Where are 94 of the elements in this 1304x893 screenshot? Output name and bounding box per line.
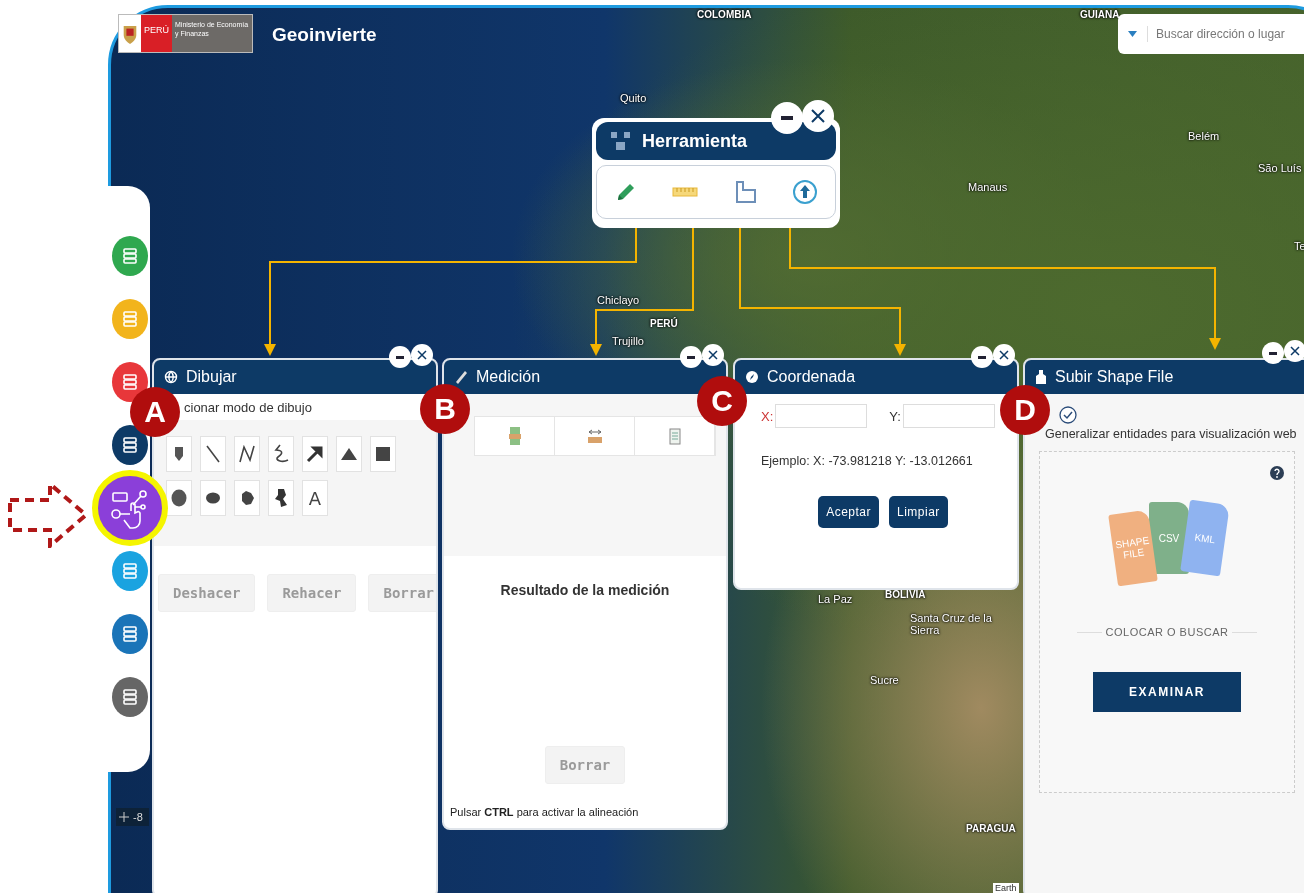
arrow-icon	[306, 445, 324, 463]
polyline-tool-button[interactable]	[234, 436, 260, 472]
minus-icon	[396, 355, 404, 359]
map-label: BOLIVIA	[885, 589, 926, 600]
menu-icon	[121, 436, 139, 454]
clipboard-icon	[668, 427, 681, 445]
map-label: Manaus	[968, 181, 1008, 193]
action-button[interactable]: Aceptar	[818, 496, 879, 528]
tools-icon	[610, 130, 632, 152]
ruler-icon	[672, 186, 698, 198]
freehand-tool-button[interactable]	[268, 436, 294, 472]
close-icon	[1290, 346, 1300, 356]
panel-title: Coordenada	[767, 368, 856, 386]
circle-tool-button[interactable]	[166, 480, 192, 516]
help-icon[interactable]	[1270, 466, 1284, 480]
minus-icon	[1269, 351, 1277, 355]
text-tool-button[interactable]: A	[302, 480, 328, 516]
y-input-field[interactable]	[902, 404, 995, 428]
action-button[interactable]: Limpiar	[889, 496, 948, 528]
map-label: São Luís	[1258, 162, 1302, 174]
menu-icon	[121, 373, 139, 391]
pin-icon	[174, 446, 184, 462]
caret-icon[interactable]	[1128, 31, 1137, 37]
menu-icon	[121, 688, 139, 706]
map-label: Sucre	[870, 674, 899, 686]
globe-icon	[164, 370, 178, 384]
polygon-tool-button[interactable]	[234, 480, 260, 516]
freehand-polygon-tool-button[interactable]	[268, 480, 294, 516]
map-label: PERÚ	[650, 318, 678, 329]
menu-icon	[121, 247, 139, 265]
area-ruler-icon	[508, 426, 521, 446]
close-icon	[417, 350, 427, 360]
menu-icon	[121, 562, 139, 580]
map-label: Earth	[993, 883, 1019, 893]
app-logo-text: Geoinvierte	[272, 24, 377, 46]
upload-icon	[792, 179, 818, 205]
circle-icon	[171, 489, 187, 507]
search-box[interactable]: Buscar dirección o lugar	[1118, 14, 1304, 54]
square-icon	[376, 447, 390, 461]
map-label: Trujillo	[612, 335, 644, 347]
panel-title: Subir Shape File	[1055, 368, 1174, 386]
y-label: Y:	[889, 408, 901, 424]
close-icon	[999, 350, 1009, 360]
close-icon	[708, 350, 718, 360]
crosshair-icon	[119, 812, 129, 822]
drop-zone[interactable]: SHAPE FILE CSV KML COLOCAR O BUSCAR EXAMINAR	[1039, 451, 1295, 793]
file-type-icon: SHAPE FILE	[1108, 509, 1158, 587]
bag-icon	[1035, 369, 1047, 385]
distance-ruler-icon	[586, 428, 603, 444]
result-title: Resultado de la medición	[500, 582, 670, 598]
minus-icon	[781, 116, 793, 120]
blob-icon	[239, 490, 255, 506]
arrow-tool-button[interactable]	[302, 436, 328, 472]
shape-icon	[274, 488, 288, 508]
minus-icon	[687, 355, 695, 359]
squiggle-icon	[272, 443, 290, 465]
panel-title: Dibujar	[186, 368, 237, 386]
hint-text: Pulsar CTRL para activar la alineación	[450, 806, 640, 818]
compass-icon	[745, 370, 759, 384]
line-tool-button[interactable]	[200, 436, 226, 472]
x-label: X:	[761, 408, 774, 424]
map-label: Santa Cruz de la Sierra	[910, 612, 993, 636]
map-label: GUIANA	[1080, 9, 1120, 20]
panel-title: Medición	[476, 368, 541, 386]
map-label: Belém	[1188, 130, 1220, 142]
dashed-arrow-icon	[8, 482, 88, 548]
triangle-icon	[340, 447, 358, 461]
line-icon	[205, 444, 221, 464]
map-label: PARAGUA	[966, 823, 1016, 834]
instruction-text: cionar modo de dibujo	[183, 399, 313, 417]
point-tool-button[interactable]	[166, 436, 192, 472]
map-label: La Paz	[818, 593, 853, 605]
drop-text: COLOCAR O BUSCAR	[1101, 626, 1233, 638]
ellipse-icon	[205, 492, 221, 504]
menu-icon	[121, 625, 139, 643]
map-label: COLOMBIA	[697, 9, 752, 20]
close-icon	[811, 109, 825, 123]
zigzag-line-icon	[238, 444, 256, 464]
rectangle-tool-button[interactable]	[370, 436, 396, 472]
triangle-tool-button[interactable]	[336, 436, 362, 472]
map-label: Chiclayo	[597, 294, 640, 306]
menu-icon	[121, 310, 139, 328]
map-label: Quito	[620, 92, 647, 104]
toolbox-title: Herramienta	[642, 130, 748, 152]
minus-icon	[978, 355, 986, 359]
country-label: PERÚ	[141, 15, 172, 52]
example-text: Ejemplo: X: -73.981218 Y: -13.012661	[761, 454, 974, 468]
file-type-icon: KML	[1180, 499, 1230, 577]
upload-tool-button[interactable]	[790, 177, 820, 207]
coordinate-value: -8	[133, 811, 143, 823]
checkbox[interactable]	[1059, 406, 1077, 424]
browse-button[interactable]: EXAMINAR	[1093, 672, 1241, 712]
x-input-field[interactable]	[775, 404, 868, 428]
ellipse-tool-button[interactable]	[200, 480, 226, 516]
